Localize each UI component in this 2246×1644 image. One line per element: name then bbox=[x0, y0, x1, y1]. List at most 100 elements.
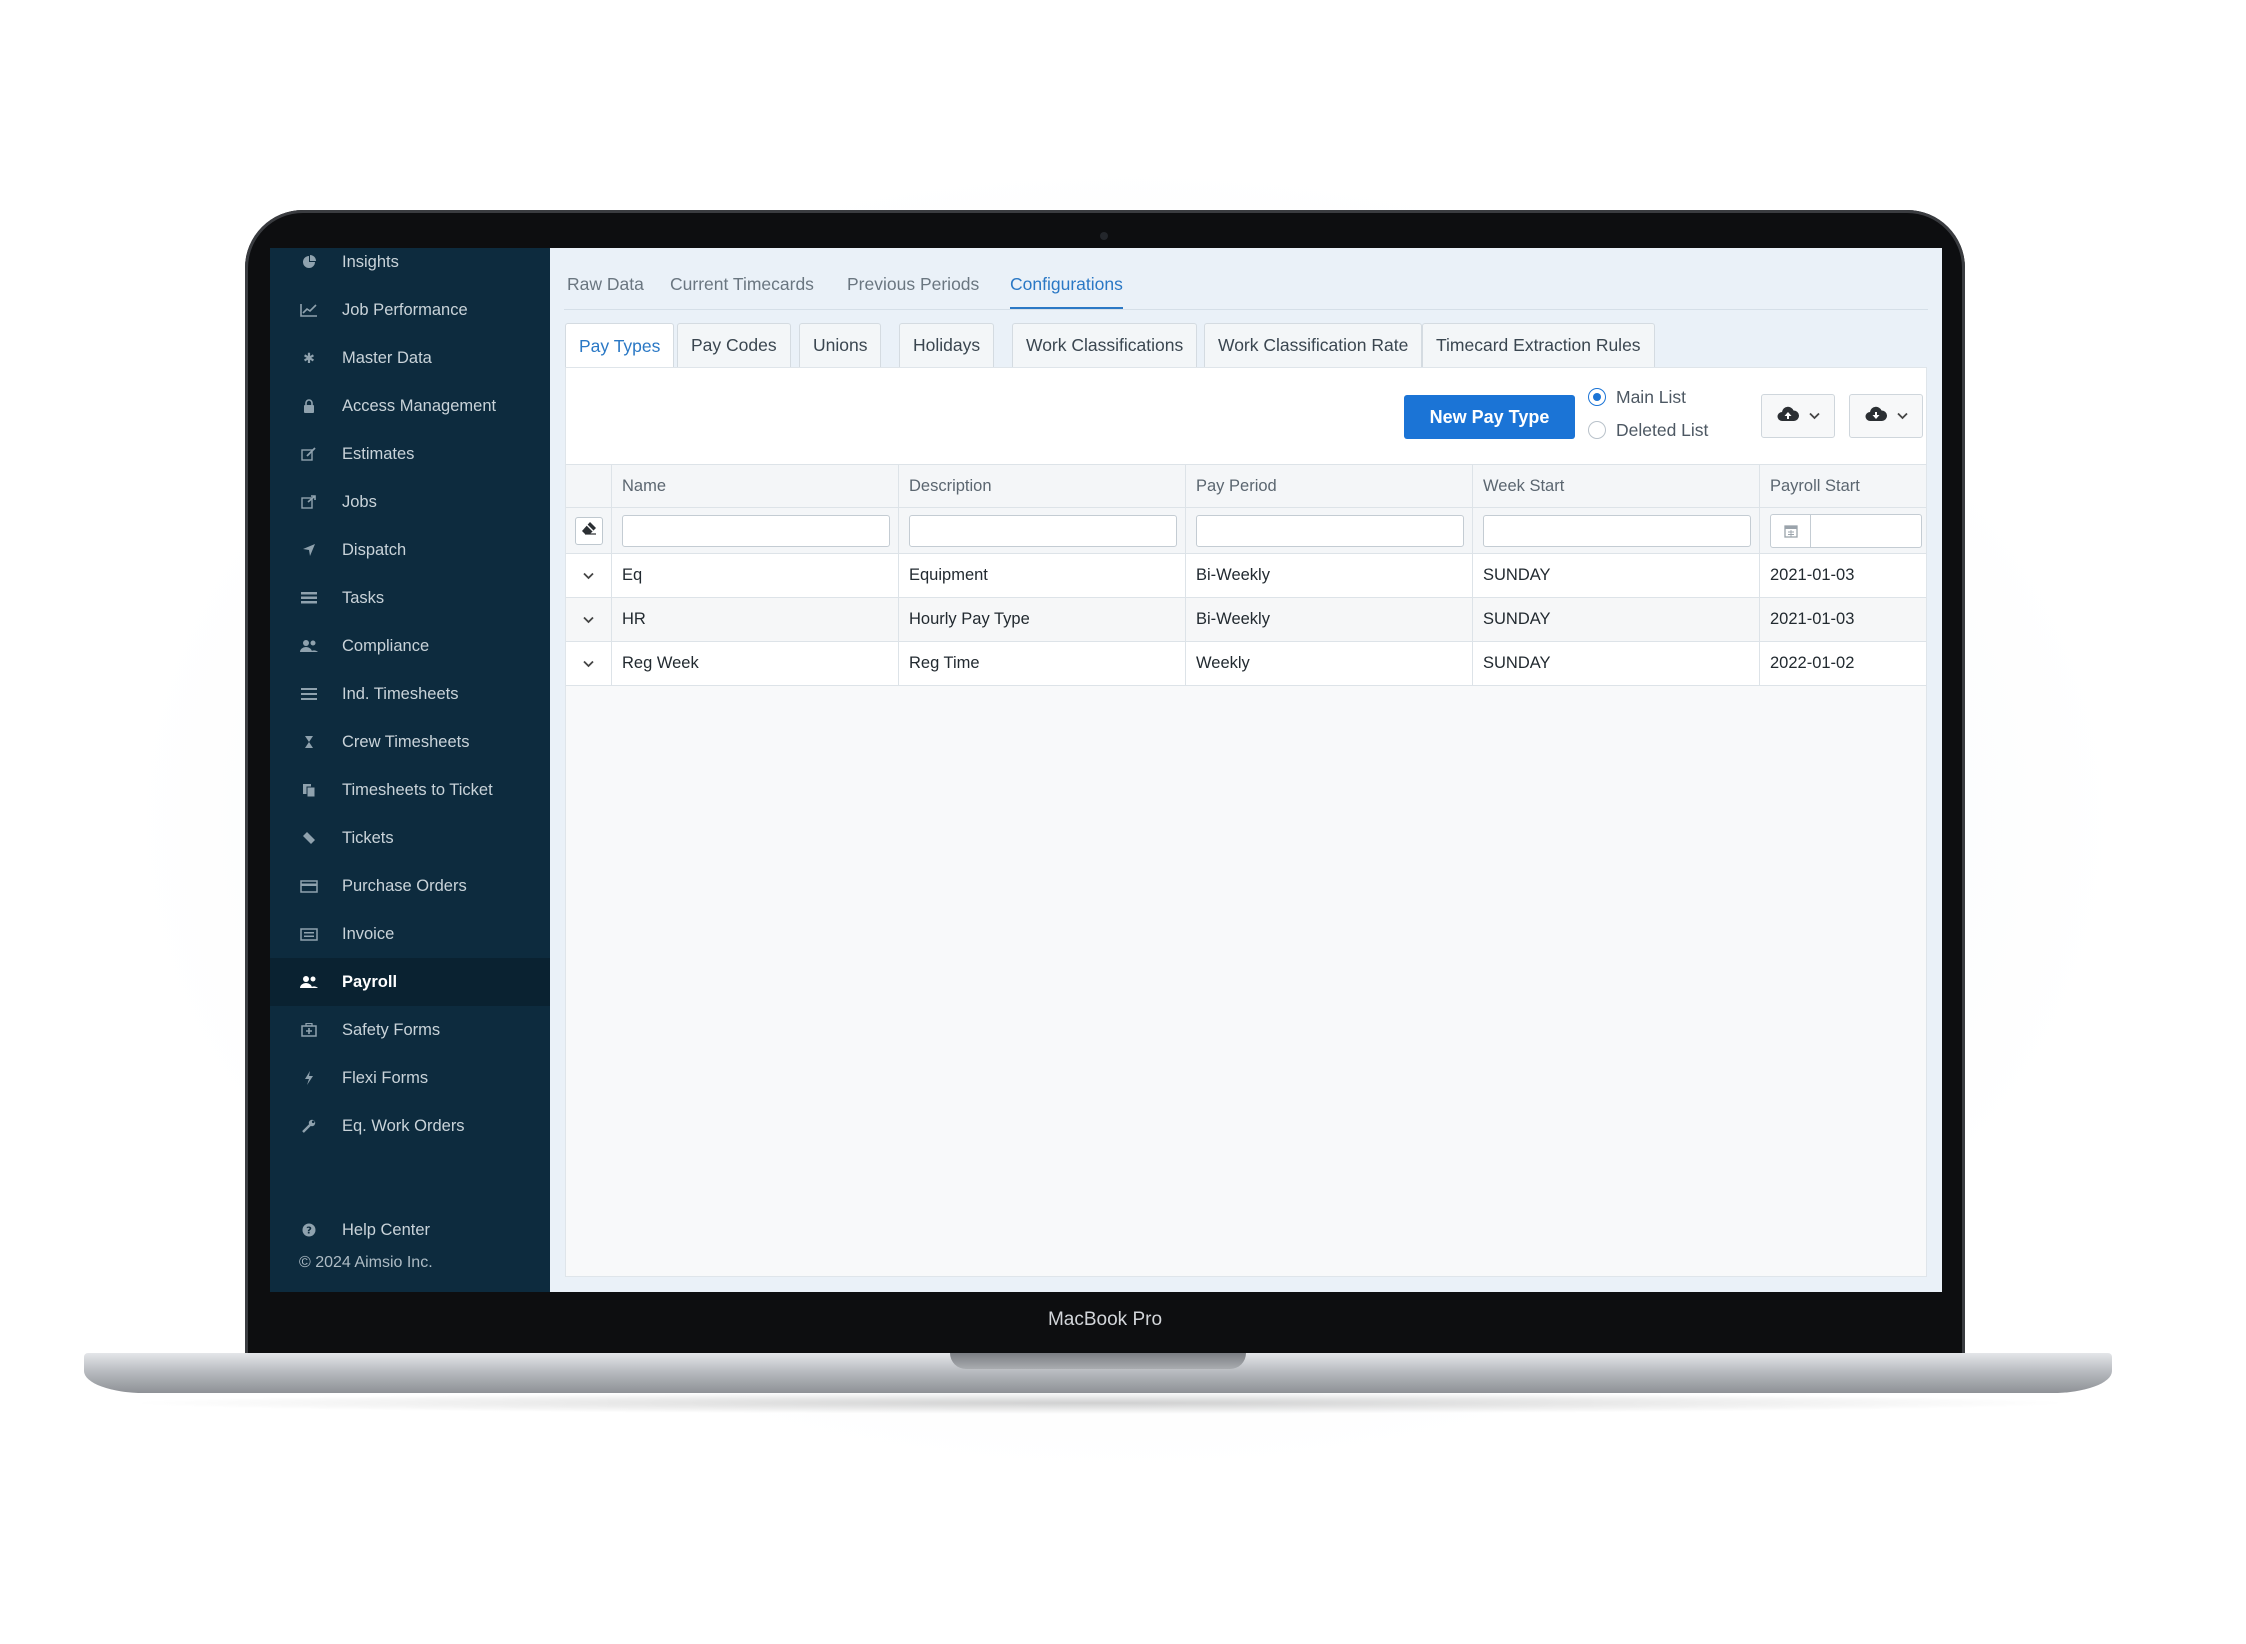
edit-icon bbox=[298, 445, 320, 463]
table-row[interactable]: HR Hourly Pay Type Bi-Weekly SUNDAY 2021… bbox=[566, 598, 1926, 642]
clear-filters-button[interactable] bbox=[574, 516, 603, 545]
row-expander[interactable] bbox=[566, 554, 612, 597]
sidebar-item-label: Master Data bbox=[342, 348, 432, 367]
chevron-down-icon bbox=[583, 610, 594, 629]
filter-description-input[interactable] bbox=[909, 514, 1177, 547]
bolt-icon bbox=[298, 1069, 320, 1087]
cell-name: Reg Week bbox=[612, 642, 899, 685]
main-list-option[interactable]: Main List bbox=[1588, 385, 1686, 409]
column-header-week-start[interactable]: Week Start bbox=[1473, 465, 1760, 507]
filter-name-input[interactable] bbox=[622, 514, 890, 547]
pie-chart-icon bbox=[298, 253, 320, 271]
filter-cell bbox=[612, 508, 899, 553]
cell-payroll-start: 2021-01-03 bbox=[1770, 566, 1855, 584]
sidebar-item-flexi-forms[interactable]: Flexi Forms bbox=[270, 1054, 550, 1102]
sidebar-item-dispatch[interactable]: Dispatch bbox=[270, 526, 550, 574]
tab-unions[interactable]: Unions bbox=[799, 323, 882, 367]
sidebar-item-ind-timesheets[interactable]: Ind. Timesheets bbox=[270, 670, 550, 718]
tab-current-timecards[interactable]: Current Timecards bbox=[670, 274, 814, 307]
header-expander-cell bbox=[566, 465, 612, 507]
sidebar-item-safety-forms[interactable]: Safety Forms bbox=[270, 1006, 550, 1054]
sidebar-item-label: Tasks bbox=[342, 588, 385, 607]
sidebar-item-estimates[interactable]: Estimates bbox=[270, 430, 550, 478]
sidebar-item-help-center[interactable]: ? Help Center bbox=[270, 1206, 550, 1254]
sidebar-item-master-data[interactable]: ✱ Master Data bbox=[270, 334, 550, 382]
svg-text:?: ? bbox=[306, 1226, 312, 1237]
radio-main-list[interactable] bbox=[1588, 388, 1606, 406]
sidebar-item-job-performance[interactable]: Job Performance bbox=[270, 286, 550, 334]
list-icon bbox=[298, 685, 320, 703]
pay-types-panel: New Pay Type Main List Deleted List Name… bbox=[565, 367, 1927, 1277]
filter-pay-period-input[interactable] bbox=[1196, 514, 1464, 547]
sidebar-item-label: Help Center bbox=[342, 1220, 431, 1239]
tab-configurations[interactable]: Configurations bbox=[1010, 274, 1123, 309]
sidebar-item-purchase-orders[interactable]: Purchase Orders bbox=[270, 862, 550, 910]
camera-icon bbox=[1100, 232, 1108, 240]
column-header-description[interactable]: Description bbox=[899, 465, 1186, 507]
radio-label: Main List bbox=[1616, 386, 1687, 407]
sidebar-item-eq-work-orders[interactable]: Eq. Work Orders bbox=[270, 1102, 550, 1150]
chevron-down-icon bbox=[583, 566, 594, 585]
grid-toolbar: New Pay Type Main List Deleted List bbox=[566, 368, 1926, 464]
column-header-pay-period[interactable]: Pay Period bbox=[1186, 465, 1473, 507]
users-icon bbox=[298, 973, 320, 991]
sidebar-item-crew-timesheets[interactable]: Crew Timesheets bbox=[270, 718, 550, 766]
table-row[interactable]: Reg Week Reg Time Weekly SUNDAY 2022-01-… bbox=[566, 642, 1926, 686]
calendar-icon[interactable] bbox=[1771, 514, 1811, 547]
sidebar-item-label: Job Performance bbox=[342, 300, 468, 319]
cell-week-start: SUNDAY bbox=[1473, 554, 1760, 597]
sidebar-item-label: Timesheets to Ticket bbox=[342, 780, 493, 799]
sidebar-item-compliance[interactable]: Compliance bbox=[270, 622, 550, 670]
column-header-payroll-start[interactable]: Payroll Start bbox=[1760, 465, 1926, 507]
external-link-icon bbox=[298, 493, 320, 511]
pay-types-grid: Name Description Pay Period Week Start P… bbox=[566, 464, 1926, 686]
sidebar-item-label: Flexi Forms bbox=[342, 1068, 429, 1087]
sidebar-item-label: Safety Forms bbox=[342, 1020, 441, 1039]
sidebar-item-tickets[interactable]: Tickets bbox=[270, 814, 550, 862]
filter-cell bbox=[1186, 508, 1473, 553]
cell-pay-period: Weekly bbox=[1186, 642, 1473, 685]
download-dropdown-button[interactable] bbox=[1849, 394, 1923, 438]
row-expander[interactable] bbox=[566, 642, 612, 685]
column-header-name[interactable]: Name bbox=[612, 465, 899, 507]
tab-raw-data[interactable]: Raw Data bbox=[567, 274, 644, 307]
deleted-list-option[interactable]: Deleted List bbox=[1588, 418, 1708, 442]
sidebar-item-label: Ind. Timesheets bbox=[342, 684, 459, 703]
sidebar-item-label: Purchase Orders bbox=[342, 876, 467, 895]
tab-pay-types[interactable]: Pay Types bbox=[565, 323, 675, 368]
filter-week-start-input[interactable] bbox=[1483, 514, 1751, 547]
sidebar-item-payroll[interactable]: Payroll bbox=[270, 958, 550, 1006]
new-pay-type-button[interactable]: New Pay Type bbox=[1404, 395, 1575, 439]
sidebar-item-label: Eq. Work Orders bbox=[342, 1116, 465, 1135]
tab-pay-codes[interactable]: Pay Codes bbox=[677, 323, 791, 367]
sidebar-item-insights[interactable]: Insights bbox=[270, 248, 550, 286]
ticket-icon bbox=[298, 829, 320, 847]
upload-dropdown-button[interactable] bbox=[1761, 394, 1835, 438]
tab-work-classification-rate[interactable]: Work Classification Rate bbox=[1204, 323, 1423, 367]
tab-previous-periods[interactable]: Previous Periods bbox=[847, 274, 979, 307]
top-tab-bar: Raw Data Current Timecards Previous Peri… bbox=[564, 248, 1928, 310]
cell-description: Reg Time bbox=[899, 642, 1186, 685]
tab-work-classifications[interactable]: Work Classifications bbox=[1012, 323, 1198, 367]
cell-description: Equipment bbox=[899, 554, 1186, 597]
sidebar-item-invoice[interactable]: Invoice bbox=[270, 910, 550, 958]
tab-timecard-extraction-rules[interactable]: Timecard Extraction Rules bbox=[1422, 323, 1655, 367]
sidebar-item-timesheets-to-ticket[interactable]: Timesheets to Ticket bbox=[270, 766, 550, 814]
radio-deleted-list[interactable] bbox=[1588, 421, 1606, 439]
cloud-upload-icon bbox=[1777, 406, 1799, 426]
tab-holidays[interactable]: Holidays bbox=[899, 323, 995, 367]
sidebar: Insights Job Performance ✱ Master Data A… bbox=[270, 248, 550, 1292]
sidebar-item-jobs[interactable]: Jobs bbox=[270, 478, 550, 526]
lock-icon bbox=[298, 397, 320, 415]
row-expander[interactable] bbox=[566, 598, 612, 641]
sidebar-item-tasks[interactable]: Tasks bbox=[270, 574, 550, 622]
hourglass-icon bbox=[298, 733, 320, 751]
filter-cell bbox=[1473, 508, 1760, 553]
filter-payroll-start-date[interactable] bbox=[1770, 513, 1922, 548]
eraser-icon bbox=[581, 521, 597, 540]
table-row[interactable]: Eq Equipment Bi-Weekly SUNDAY 2021-01-03 bbox=[566, 554, 1926, 598]
sidebar-item-access-management[interactable]: Access Management bbox=[270, 382, 550, 430]
sidebar-item-label: Payroll bbox=[342, 972, 398, 991]
sidebar-item-label: Jobs bbox=[342, 492, 377, 511]
sidebar-item-label: Invoice bbox=[342, 924, 395, 943]
